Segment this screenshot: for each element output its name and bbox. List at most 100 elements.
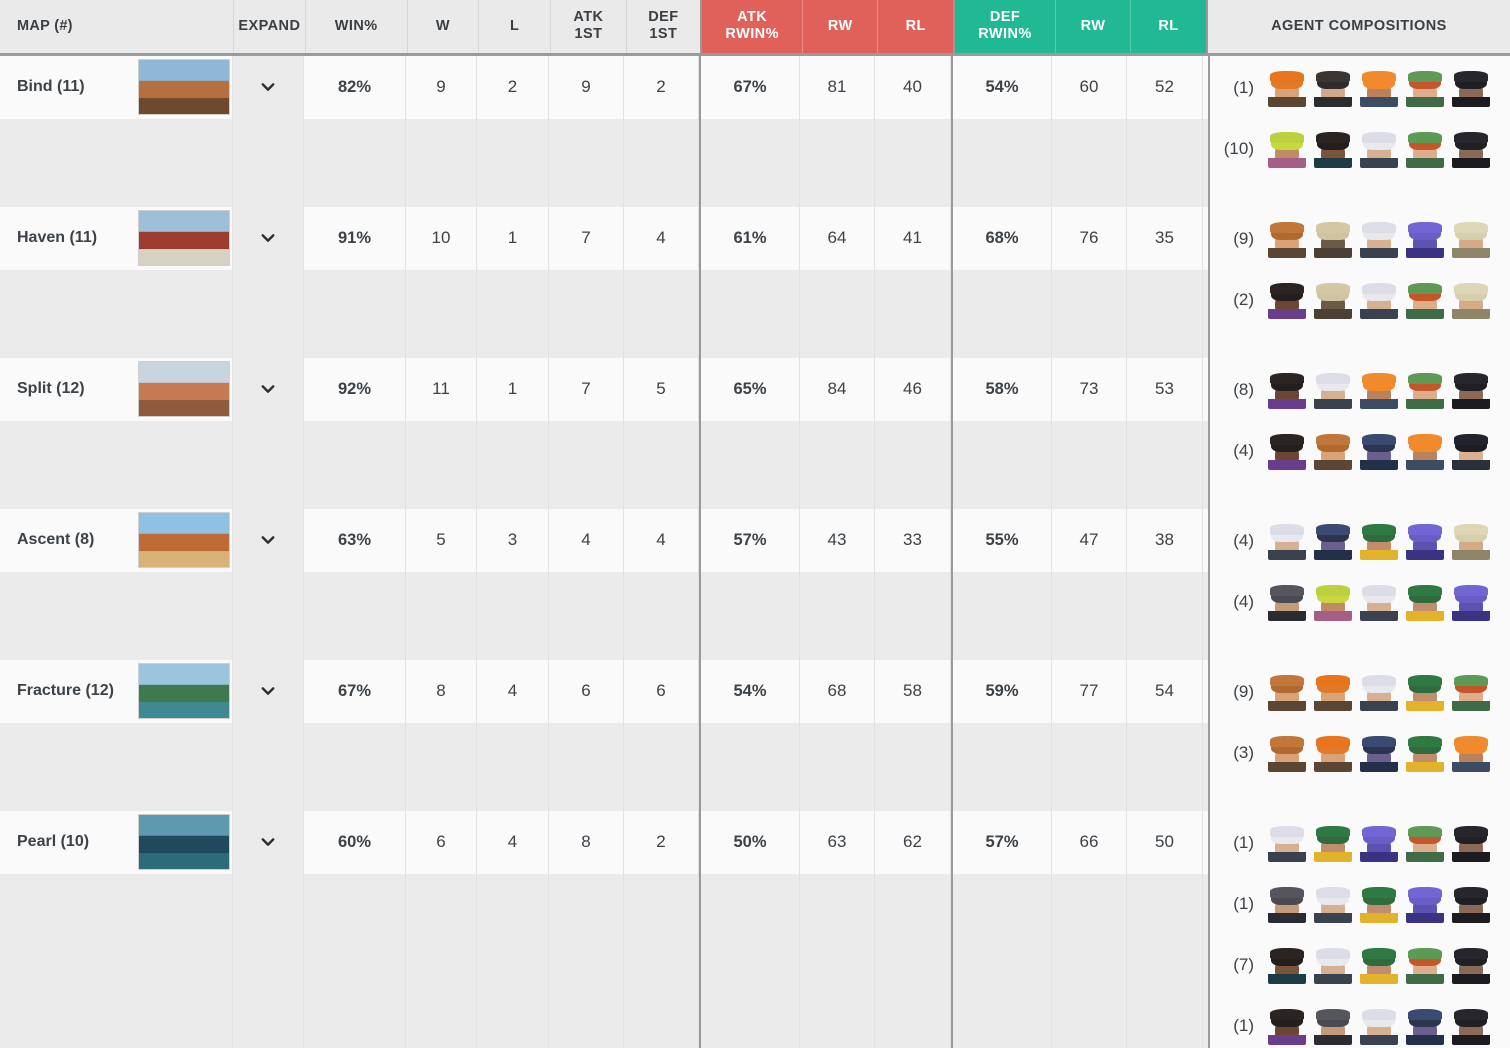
agent-skye-icon[interactable]: [1406, 281, 1444, 319]
expand-cell[interactable]: [233, 55, 304, 119]
column-header-atk-first[interactable]: ATK 1ST: [550, 0, 627, 56]
agent-sage-icon[interactable]: [1360, 281, 1398, 319]
chevron-down-icon[interactable]: [259, 229, 277, 247]
agent-sage-icon[interactable]: [1360, 583, 1398, 621]
agent-brimstone-icon[interactable]: [1268, 69, 1306, 107]
agent-omen-icon[interactable]: [1268, 371, 1306, 409]
column-header-map[interactable]: MAP (#): [0, 0, 235, 56]
agent-fade-icon[interactable]: [1452, 69, 1490, 107]
agent-viper-icon[interactable]: [1314, 824, 1352, 862]
agent-neon-icon[interactable]: [1360, 371, 1398, 409]
column-header-winpct[interactable]: WIN%: [305, 0, 408, 56]
agent-sage-icon[interactable]: [1314, 371, 1352, 409]
agent-sova-icon[interactable]: [1314, 522, 1352, 560]
agent-sage-icon[interactable]: [1268, 824, 1306, 862]
expand-cell[interactable]: [233, 357, 304, 421]
agent-sage-icon[interactable]: [1268, 522, 1306, 560]
agent-skye-icon[interactable]: [1406, 69, 1444, 107]
agent-sage-icon[interactable]: [1314, 946, 1352, 984]
agent-sage-icon[interactable]: [1314, 885, 1352, 923]
agent-fade-icon[interactable]: [1452, 885, 1490, 923]
expand-cell[interactable]: [233, 810, 304, 874]
agent-skye-icon[interactable]: [1406, 824, 1444, 862]
expand-cell[interactable]: [233, 508, 304, 572]
agent-breach-icon[interactable]: [1452, 522, 1490, 560]
column-header-losses[interactable]: L: [478, 0, 552, 56]
agent-brimstone-icon[interactable]: [1268, 220, 1306, 258]
agent-brimstone-icon[interactable]: [1314, 432, 1352, 470]
agent-viper-icon[interactable]: [1360, 946, 1398, 984]
agent-omen-icon[interactable]: [1268, 281, 1306, 319]
empty-cell[interactable]: [233, 873, 304, 1048]
agent-cypher-icon[interactable]: [1314, 220, 1352, 258]
empty-cell[interactable]: [233, 722, 304, 811]
agent-fade-icon[interactable]: [1452, 946, 1490, 984]
agent-neon-icon[interactable]: [1452, 734, 1490, 772]
agent-breach-icon[interactable]: [1452, 220, 1490, 258]
agent-fade-icon[interactable]: [1452, 130, 1490, 168]
agent-chamber-icon[interactable]: [1268, 885, 1306, 923]
chevron-down-icon[interactable]: [259, 833, 277, 851]
agent-harbor-icon[interactable]: [1406, 522, 1444, 560]
agent-fade-icon[interactable]: [1452, 1007, 1490, 1045]
chevron-down-icon[interactable]: [259, 380, 277, 398]
column-header-atk-round-win-pct[interactable]: ATK RWIN%: [700, 0, 804, 56]
column-header-def-rounds-won[interactable]: RW: [1055, 0, 1132, 56]
agent-harbor-icon[interactable]: [1406, 885, 1444, 923]
agent-harbor-icon[interactable]: [1314, 130, 1352, 168]
agent-sova-icon[interactable]: [1360, 432, 1398, 470]
chevron-down-icon[interactable]: [259, 531, 277, 549]
agent-omen-icon[interactable]: [1268, 432, 1306, 470]
column-header-def-first[interactable]: DEF 1ST: [626, 0, 702, 56]
agent-neon-icon[interactable]: [1406, 432, 1444, 470]
agent-neon-icon[interactable]: [1360, 69, 1398, 107]
column-header-def-round-win-pct[interactable]: DEF RWIN%: [953, 0, 1056, 56]
chevron-down-icon[interactable]: [259, 682, 277, 700]
column-header-expand[interactable]: EXPAND: [233, 0, 306, 56]
agent-sage-icon[interactable]: [1360, 130, 1398, 168]
empty-cell[interactable]: [233, 420, 304, 509]
column-header-def-rounds-lost[interactable]: RL: [1130, 0, 1208, 56]
agent-harbor-icon[interactable]: [1406, 220, 1444, 258]
agent-omen-icon[interactable]: [1268, 1007, 1306, 1045]
agent-cypher-icon[interactable]: [1314, 69, 1352, 107]
agent-fade-icon[interactable]: [1452, 371, 1490, 409]
agent-viper-icon[interactable]: [1406, 673, 1444, 711]
empty-cell[interactable]: [233, 118, 304, 207]
agent-brimstone-icon[interactable]: [1268, 734, 1306, 772]
empty-cell[interactable]: [233, 571, 304, 660]
agent-brimstone-icon[interactable]: [1314, 673, 1352, 711]
agent-skye-icon[interactable]: [1406, 130, 1444, 168]
agent-brimstone-icon[interactable]: [1268, 673, 1306, 711]
agent-sova-icon[interactable]: [1406, 1007, 1444, 1045]
agent-sage-icon[interactable]: [1360, 673, 1398, 711]
agent-brimstone-icon[interactable]: [1314, 734, 1352, 772]
agent-viper-icon[interactable]: [1360, 885, 1398, 923]
agent-raze-icon[interactable]: [1268, 130, 1306, 168]
empty-cell[interactable]: [233, 269, 304, 358]
agent-skye-icon[interactable]: [1406, 371, 1444, 409]
column-header-atk-rounds-won[interactable]: RW: [802, 0, 879, 56]
agent-harbor-icon[interactable]: [1452, 583, 1490, 621]
agent-chamber-icon[interactable]: [1268, 583, 1306, 621]
chevron-down-icon[interactable]: [259, 78, 277, 96]
agent-jett-icon[interactable]: [1452, 432, 1490, 470]
agent-sage-icon[interactable]: [1360, 1007, 1398, 1045]
agent-harbor-icon[interactable]: [1268, 946, 1306, 984]
expand-cell[interactable]: [233, 659, 304, 723]
agent-sage-icon[interactable]: [1360, 220, 1398, 258]
agent-sova-icon[interactable]: [1360, 734, 1398, 772]
agent-skye-icon[interactable]: [1406, 946, 1444, 984]
agent-harbor-icon[interactable]: [1360, 824, 1398, 862]
expand-cell[interactable]: [233, 206, 304, 270]
column-header-wins[interactable]: W: [407, 0, 480, 56]
agent-fade-icon[interactable]: [1452, 824, 1490, 862]
agent-viper-icon[interactable]: [1406, 583, 1444, 621]
agent-chamber-icon[interactable]: [1314, 1007, 1352, 1045]
agent-cypher-icon[interactable]: [1314, 281, 1352, 319]
agent-skye-icon[interactable]: [1452, 673, 1490, 711]
agent-viper-icon[interactable]: [1406, 734, 1444, 772]
agent-viper-icon[interactable]: [1360, 522, 1398, 560]
column-header-atk-rounds-lost[interactable]: RL: [877, 0, 955, 56]
agent-raze-icon[interactable]: [1314, 583, 1352, 621]
